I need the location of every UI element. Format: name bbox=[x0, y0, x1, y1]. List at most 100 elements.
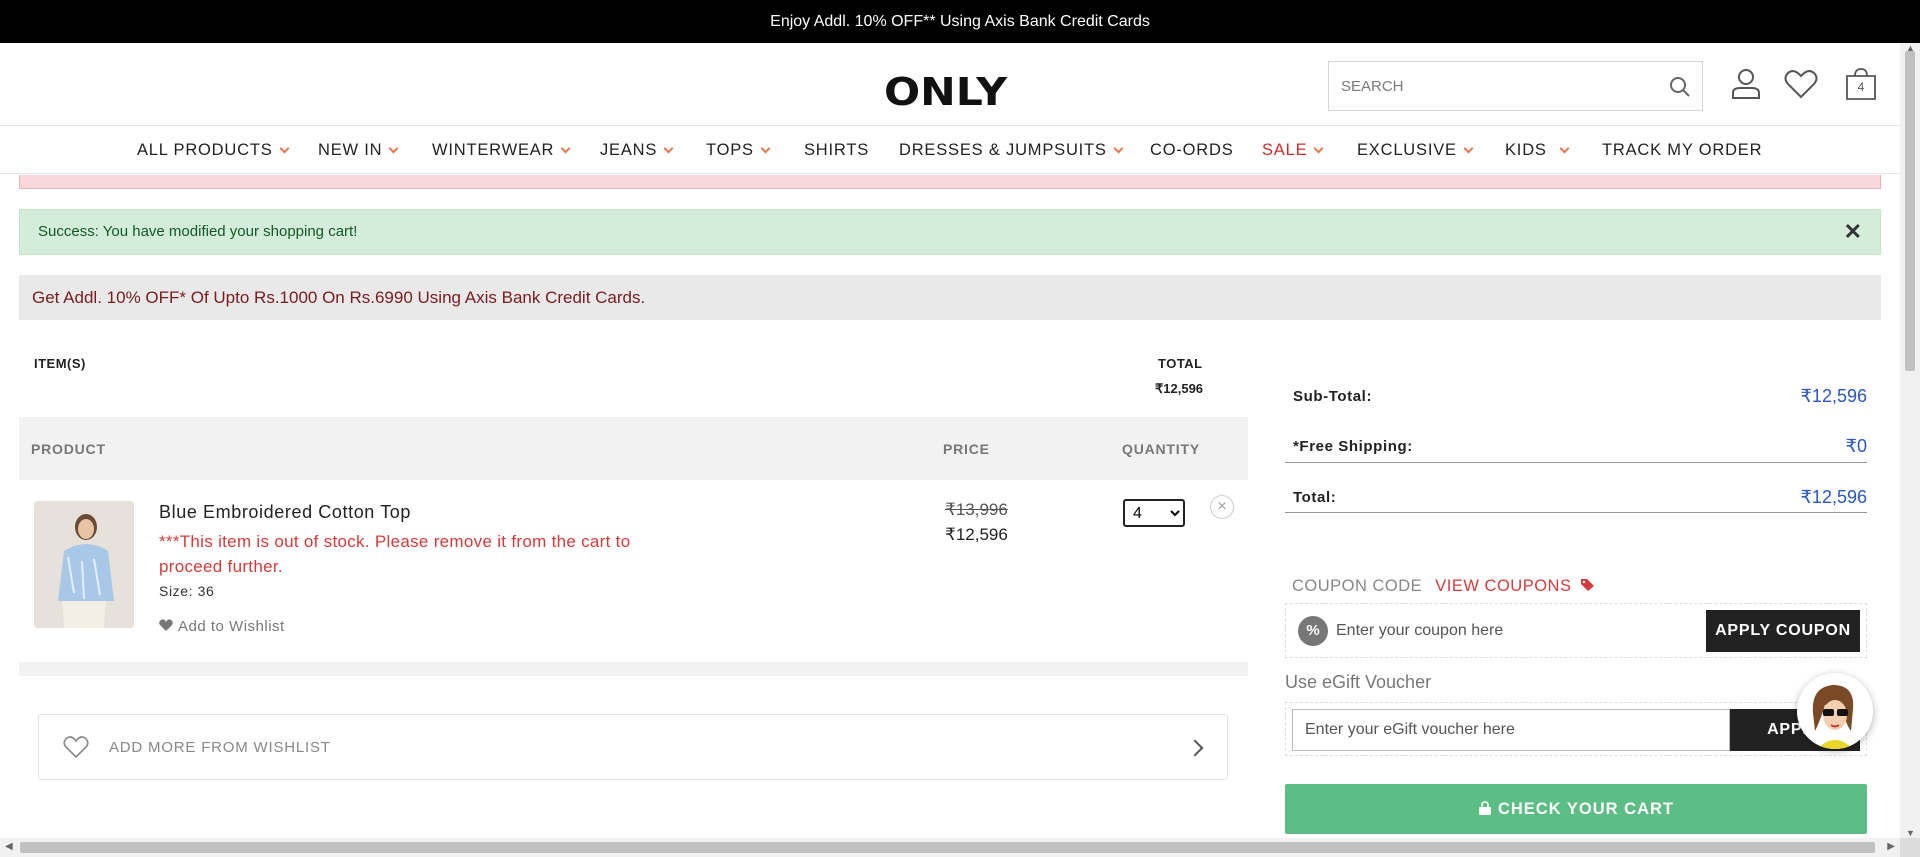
horizontal-scroll-thumb[interactable] bbox=[20, 842, 1875, 853]
nav-label: ALL PRODUCTS bbox=[137, 141, 273, 159]
shipping-value: ₹0 bbox=[1845, 436, 1867, 456]
cart-count-badge: 4 bbox=[1857, 80, 1865, 94]
apply-coupon-button[interactable]: APPLY COUPON bbox=[1706, 610, 1860, 652]
nav-track-my-order[interactable]: TRACK MY ORDER bbox=[1602, 141, 1762, 160]
cart-table-header: PRODUCT PRICE QUANTITY bbox=[19, 417, 1248, 480]
scroll-left-arrow-icon[interactable]: ◀ bbox=[5, 841, 13, 852]
nav-label: JEANS bbox=[600, 141, 658, 159]
search-input[interactable] bbox=[1329, 62, 1649, 110]
remove-item-button[interactable]: × bbox=[1210, 495, 1234, 519]
chevron-down-icon bbox=[663, 143, 674, 154]
nav-winterwear[interactable]: WINTERWEAR bbox=[432, 141, 571, 160]
close-icon[interactable]: ✕ bbox=[1844, 210, 1862, 254]
product-image[interactable] bbox=[34, 501, 134, 628]
vertical-scrollbar[interactable]: ▲ ▼ bbox=[1900, 43, 1920, 838]
chat-assistant-avatar[interactable] bbox=[1797, 673, 1873, 749]
check-your-cart-button[interactable]: CHECK YOUR CART bbox=[1285, 784, 1867, 834]
column-product: PRODUCT bbox=[31, 441, 106, 457]
lock-icon bbox=[1478, 801, 1491, 815]
add-more-from-wishlist[interactable]: ADD MORE FROM WISHLIST bbox=[38, 714, 1228, 780]
nav-label: CO-ORDS bbox=[1150, 141, 1234, 159]
nav-label: TRACK MY ORDER bbox=[1602, 141, 1763, 159]
check-your-cart-label: CHECK YOUR CART bbox=[1497, 800, 1675, 818]
brand-logo[interactable]: ONLY bbox=[884, 70, 1007, 114]
shipping-row: *Free Shipping: ₹0 bbox=[1285, 422, 1867, 472]
chevron-down-icon bbox=[1463, 143, 1474, 154]
coupon-input[interactable] bbox=[1336, 616, 1636, 646]
total-row: Total: ₹12,596 bbox=[1285, 473, 1867, 523]
cart-total-value: ₹12,596 bbox=[1155, 381, 1204, 396]
nav-kids[interactable]: KIDS bbox=[1505, 141, 1570, 160]
coupon-box: % APPLY COUPON bbox=[1285, 603, 1867, 658]
nav-label: EXCLUSIVE bbox=[1357, 141, 1457, 159]
chevron-down-icon bbox=[388, 143, 399, 154]
nav-all-products[interactable]: ALL PRODUCTS bbox=[137, 141, 289, 160]
nav-label: SHIRTS bbox=[804, 141, 870, 159]
items-heading: ITEM(S) bbox=[34, 356, 86, 371]
egift-input[interactable] bbox=[1292, 709, 1730, 751]
top-promo-text: Enjoy Addl. 10% OFF** Using Axis Bank Cr… bbox=[770, 13, 1150, 30]
nav-dresses-jumpsuits[interactable]: DRESSES & JUMPSUITS bbox=[899, 141, 1124, 160]
nav-new-in[interactable]: NEW IN bbox=[318, 141, 399, 160]
nav-tops[interactable]: TOPS bbox=[706, 141, 771, 160]
search-icon[interactable] bbox=[1668, 75, 1692, 99]
user-icon[interactable] bbox=[1728, 66, 1764, 102]
cart-bag-button[interactable]: 4 bbox=[1843, 66, 1879, 102]
nav-sale[interactable]: SALE bbox=[1262, 141, 1324, 160]
chevron-down-icon bbox=[1113, 143, 1124, 154]
nav-shirts[interactable]: SHIRTS bbox=[804, 141, 869, 160]
nav-label: TOPS bbox=[706, 141, 754, 159]
sale-price: ₹12,596 bbox=[945, 525, 1008, 544]
bank-offer-text: Get Addl. 10% OFF* Of Upto Rs.1000 On Rs… bbox=[32, 288, 646, 307]
subtotal-label: Sub-Total: bbox=[1293, 388, 1373, 405]
main-navigation: ALL PRODUCTS NEW IN WINTERWEAR JEANS TOP… bbox=[0, 125, 1900, 174]
heart-outline-icon bbox=[63, 736, 89, 758]
quantity-select[interactable]: 4 bbox=[1123, 499, 1185, 527]
nav-label: KIDS bbox=[1505, 141, 1547, 159]
bank-offer-banner: Get Addl. 10% OFF* Of Upto Rs.1000 On Rs… bbox=[19, 275, 1881, 320]
product-name[interactable]: Blue Embroidered Cotton Top bbox=[159, 502, 411, 523]
subtotal-row: Sub-Total: ₹12,596 bbox=[1285, 372, 1867, 422]
add-to-wishlist-link[interactable]: Add to Wishlist bbox=[159, 618, 285, 635]
nav-co-ords[interactable]: CO-ORDS bbox=[1150, 141, 1234, 160]
row-divider bbox=[19, 662, 1248, 676]
nav-label: WINTERWEAR bbox=[432, 141, 555, 159]
nav-label: DRESSES & JUMPSUITS bbox=[899, 141, 1107, 159]
nav-label: NEW IN bbox=[318, 141, 383, 159]
horizontal-scrollbar[interactable]: ◀ ▶ bbox=[0, 838, 1900, 857]
egift-box: APPLY bbox=[1285, 702, 1867, 756]
view-coupons-link[interactable]: VIEW COUPONS bbox=[1435, 577, 1595, 595]
chevron-down-icon bbox=[1559, 143, 1570, 154]
summary-divider bbox=[1285, 462, 1867, 463]
total-heading: TOTAL bbox=[1158, 356, 1203, 371]
out-of-stock-warning: ***This item is out of stock. Please rem… bbox=[159, 532, 631, 576]
percent-badge-icon: % bbox=[1298, 616, 1328, 646]
search-box[interactable] bbox=[1328, 61, 1703, 111]
nav-label: SALE bbox=[1262, 141, 1308, 159]
total-label: Total: bbox=[1293, 489, 1337, 506]
scrollbar-corner bbox=[1900, 838, 1920, 857]
add-to-wishlist-label: Add to Wishlist bbox=[178, 618, 285, 635]
shipping-label: *Free Shipping: bbox=[1293, 438, 1413, 455]
coupon-heading: COUPON CODE VIEW COUPONS bbox=[1292, 577, 1596, 596]
column-price: PRICE bbox=[943, 441, 990, 457]
success-alert: Success: You have modified your shopping… bbox=[19, 209, 1881, 255]
vertical-scroll-thumb[interactable] bbox=[1905, 51, 1915, 371]
product-size: Size: 36 bbox=[159, 583, 215, 599]
scroll-down-arrow-icon[interactable]: ▼ bbox=[1906, 828, 1915, 838]
chevron-right-icon bbox=[1186, 739, 1204, 757]
heart-icon bbox=[159, 619, 173, 631]
chevron-down-icon bbox=[560, 143, 571, 154]
chevron-down-icon bbox=[760, 143, 771, 154]
subtotal-value: ₹12,596 bbox=[1800, 386, 1867, 406]
wishlist-heart-icon[interactable] bbox=[1783, 66, 1819, 102]
scroll-right-arrow-icon[interactable]: ▶ bbox=[1887, 841, 1895, 852]
success-message: Success: You have modified your shopping… bbox=[38, 223, 358, 240]
chevron-down-icon bbox=[1313, 143, 1324, 154]
chevron-down-icon bbox=[279, 143, 289, 154]
nav-exclusive[interactable]: EXCLUSIVE bbox=[1357, 141, 1474, 160]
tag-icon bbox=[1580, 579, 1594, 591]
nav-jeans[interactable]: JEANS bbox=[600, 141, 674, 160]
add-more-from-wishlist-label: ADD MORE FROM WISHLIST bbox=[109, 739, 331, 756]
top-promo-bar: Enjoy Addl. 10% OFF** Using Axis Bank Cr… bbox=[0, 0, 1920, 43]
